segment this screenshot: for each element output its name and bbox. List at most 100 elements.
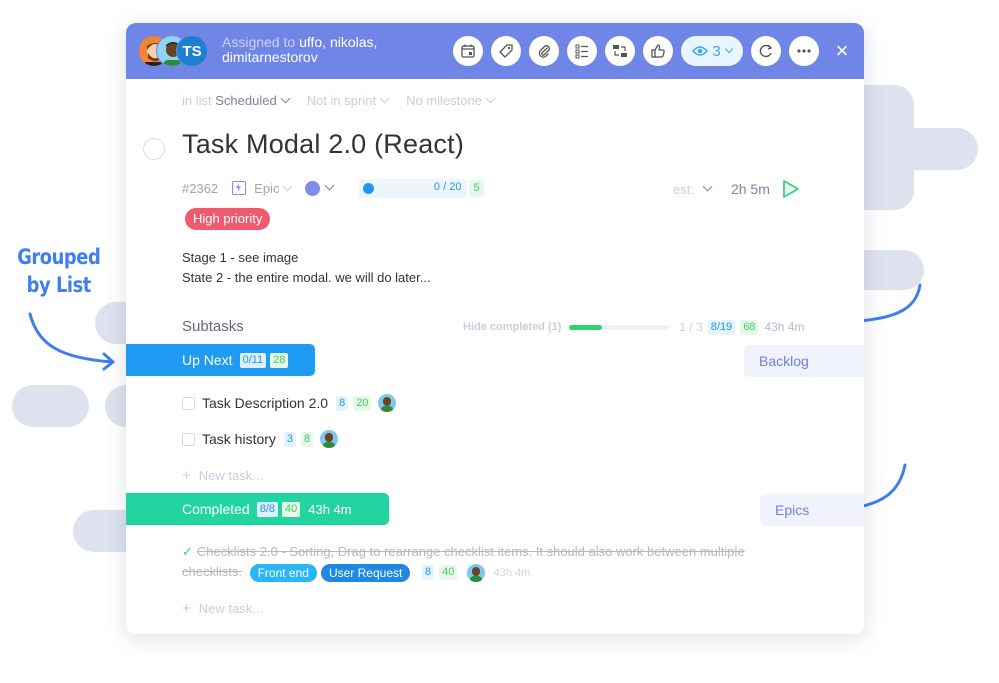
task-modal: TS Assigned to uffo, nikolas, dimitarnes…	[126, 23, 864, 634]
new-task-input[interactable]: + New task...	[182, 467, 263, 484]
subtask-title[interactable]: Task history	[202, 431, 276, 447]
chevron-down-icon	[280, 93, 291, 104]
hide-completed-toggle[interactable]: Hide completed (1)	[463, 321, 561, 333]
description-line: Stage 1 - see image	[182, 250, 299, 265]
subtask-checkbox[interactable]	[182, 396, 195, 410]
list-prefix: in list	[182, 93, 212, 108]
upvote-button[interactable]	[643, 36, 673, 66]
subtask-checklist-badge: 8	[336, 395, 349, 411]
avatar-ts[interactable]: TS	[176, 35, 208, 67]
new-task-input[interactable]: + New task...	[182, 600, 263, 617]
epic-icon	[232, 181, 247, 195]
group-checklist-badge: 0/11	[239, 352, 267, 368]
points-total-badge: 68	[740, 319, 759, 335]
tags-button[interactable]	[491, 36, 521, 66]
checklist-icon	[575, 44, 588, 59]
subtasks-progress-fill	[569, 324, 603, 330]
view-name-epics[interactable]: Epics	[760, 494, 864, 526]
subtasks-title: Subtasks	[182, 318, 244, 335]
assigned-to-text: Assigned to uffo, nikolas, dimitarnestor…	[222, 35, 377, 65]
checklist-total-badge: 8/19	[707, 319, 736, 335]
group-header-completed[interactable]: Completed 8/8 40 43h 4m	[126, 493, 389, 525]
task-properties-row: #2362 Epic 0 / 20 5	[182, 178, 484, 198]
subtasks-progress-bar	[569, 324, 670, 330]
chevron-down-icon	[485, 93, 496, 104]
more-icon	[797, 49, 811, 53]
priority-tag[interactable]: High priority	[185, 208, 271, 230]
subtask-checkbox[interactable]	[182, 432, 195, 446]
chevron-down-icon[interactable]	[702, 181, 713, 191]
close-button[interactable]: ×	[832, 39, 852, 63]
dependencies-button[interactable]	[605, 36, 635, 66]
subtask-points-badge: 20	[353, 395, 372, 411]
checklist-progress-text: 0 / 20	[433, 180, 462, 193]
repeat-icon	[759, 44, 773, 58]
chevron-down-icon	[283, 181, 293, 191]
checklist-progress[interactable]: 0 / 20	[359, 178, 468, 198]
subtasks-progress-text: 1 / 3	[679, 320, 703, 334]
complete-task-checkbox[interactable]	[143, 138, 165, 160]
checkmark-icon[interactable]: ✓	[182, 544, 193, 559]
more-options-button[interactable]	[789, 36, 819, 66]
group-name: Completed	[182, 501, 250, 517]
task-meta-row: in list Scheduled Not in sprint No miles…	[182, 93, 496, 108]
subtask-assignee-avatar[interactable]	[378, 394, 397, 412]
subtask-points-badge: 40	[439, 565, 458, 581]
tag-front-end[interactable]: Front end	[249, 563, 317, 582]
watchers-button[interactable]: 3	[681, 36, 743, 66]
repeat-button[interactable]	[751, 36, 781, 66]
milestone-value: No milestone	[406, 93, 482, 108]
due-date-button[interactable]	[453, 36, 483, 66]
color-picker[interactable]	[305, 180, 321, 196]
estimate-row: est: 2h 5m	[673, 179, 800, 199]
subtask-row[interactable]: Task history 3 8	[182, 430, 339, 448]
new-task-placeholder: New task...	[198, 601, 264, 616]
progress-knob	[363, 182, 375, 194]
plus-icon: +	[182, 467, 191, 484]
milestone-selector[interactable]: No milestone	[406, 93, 496, 108]
subtask-time: 43h 4m	[493, 566, 531, 579]
subtasks-summary: Hide completed (1) 1 / 3 8/19 68 43h 4m	[463, 319, 804, 335]
task-type-selector[interactable]: Epic	[254, 180, 293, 196]
group-header-up-next[interactable]: Up Next 0/11 28	[126, 344, 315, 376]
watchers-count: 3	[712, 42, 721, 60]
task-description[interactable]: Stage 1 - see image State 2 - the entire…	[182, 248, 431, 288]
paperclip-icon	[538, 45, 550, 58]
time-total: 43h 4m	[764, 320, 805, 334]
attachment-button[interactable]	[529, 36, 559, 66]
tag-icon	[499, 44, 513, 58]
description-line: State 2 - the entire modal. we will do l…	[182, 270, 431, 285]
checklist-button[interactable]	[567, 36, 597, 66]
group-points-badge: 28	[270, 352, 289, 368]
plus-icon: +	[182, 600, 191, 617]
subtask-row-completed[interactable]: ✓ Checklists 2.0 - Sorting, Drag to rearr…	[182, 542, 802, 583]
task-type: Epic	[254, 180, 280, 196]
group-points-badge: 40	[282, 501, 301, 517]
eye-icon	[692, 46, 709, 56]
subtask-assignee-avatar[interactable]	[320, 430, 339, 448]
group-checklist-badge: 8/8	[256, 501, 278, 517]
assigned-prefix: Assigned to	[222, 34, 296, 50]
calendar-icon	[461, 44, 475, 58]
play-timer-icon[interactable]	[782, 179, 800, 199]
estimate-label: est:	[673, 181, 694, 197]
chevron-down-icon	[325, 180, 335, 190]
tag-user-request[interactable]: User Request	[320, 563, 411, 582]
arrow-grouped-by-list	[28, 312, 114, 364]
view-name-backlog[interactable]: Backlog	[744, 345, 864, 377]
task-id: #2362	[182, 180, 219, 196]
list-value: Scheduled	[215, 93, 277, 108]
task-title[interactable]: Task Modal 2.0 (React)	[182, 129, 464, 160]
subtask-row[interactable]: Task Description 2.0 8 20	[182, 394, 397, 412]
sprint-selector[interactable]: Not in sprint	[306, 93, 390, 108]
list-selector[interactable]: in list Scheduled	[182, 93, 291, 108]
subtask-title[interactable]: Task Description 2.0	[202, 395, 328, 411]
dependencies-icon	[613, 45, 627, 57]
assignee-names[interactable]: uffo, nikolas,	[299, 34, 377, 50]
new-task-placeholder: New task...	[198, 468, 264, 483]
points-badge[interactable]: 5	[469, 179, 484, 197]
assignee-names[interactable]: dimitarnestorov	[222, 50, 377, 65]
modal-header: TS Assigned to uffo, nikolas, dimitarnes…	[126, 23, 864, 79]
subtask-assignee-avatar[interactable]	[466, 563, 485, 582]
sprint-value: Not in sprint	[306, 93, 377, 108]
